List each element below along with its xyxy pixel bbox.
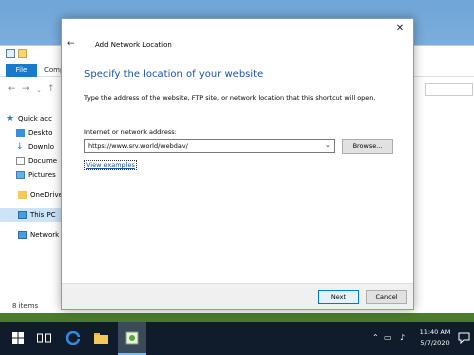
network-icon [18, 231, 27, 239]
add-network-location-dialog: ✕ ← Add Network Location Specify the loc… [61, 18, 414, 310]
tab-file[interactable]: File [6, 64, 37, 77]
quick-access-toolbar [6, 49, 27, 58]
sidebar-item-label: Docume [28, 157, 58, 165]
pc-icon [18, 211, 27, 219]
forward-arrow-icon[interactable]: → [22, 84, 30, 94]
control-panel-icon [125, 331, 139, 345]
chevron-down-icon[interactable]: ⌄ [36, 86, 42, 94]
up-arrow-icon[interactable]: ↑ [47, 84, 55, 94]
taskbar: ⌃ ▭ ♪ 11:40 AM 5/7/2020 [0, 322, 474, 355]
sidebar-item-label: Deskto [28, 129, 53, 137]
document-icon [16, 157, 25, 165]
chevron-up-icon[interactable]: ⌃ [372, 333, 379, 342]
star-icon: ★ [6, 114, 15, 124]
volume-icon[interactable]: ♪ [400, 333, 405, 342]
picture-icon [16, 171, 25, 179]
file-explorer-button[interactable] [93, 330, 109, 346]
desktop-icon [16, 129, 25, 137]
new-folder-icon[interactable] [18, 49, 27, 58]
edge-browser-button[interactable] [65, 330, 81, 346]
status-bar-item-count: 8 items [12, 302, 39, 310]
next-button[interactable]: Next [318, 290, 359, 304]
control-panel-button[interactable] [124, 330, 140, 346]
back-arrow-icon[interactable]: ← [8, 84, 16, 94]
browse-button[interactable]: Browse... [342, 139, 393, 154]
explorer-right-edge [412, 76, 474, 306]
network-tray-icon[interactable]: ▭ [384, 333, 392, 342]
windows-icon [12, 332, 24, 344]
properties-icon[interactable] [6, 49, 15, 58]
dialog-heading: Specify the location of your website [84, 69, 264, 80]
task-view-icon [37, 333, 51, 343]
close-icon[interactable]: ✕ [393, 22, 407, 36]
sidebar-item-label: Pictures [28, 171, 56, 179]
sidebar-item-quick-access[interactable]: ★ Quick acc [6, 112, 68, 126]
sidebar-item-label: Downlo [28, 143, 55, 151]
clock-time: 11:40 AM [419, 328, 451, 336]
sidebar-item-label: OneDrive [30, 191, 63, 199]
folder-icon [18, 191, 27, 199]
address-input[interactable] [84, 139, 335, 153]
download-icon: ↓ [16, 142, 24, 152]
view-examples-link[interactable]: View examples [84, 160, 137, 170]
sidebar-item-label: Network [30, 231, 60, 239]
dialog-title: Add Network Location [95, 41, 172, 49]
system-clock[interactable]: 11:40 AM 5/7/2020 [416, 327, 454, 349]
address-field-label: Internet or network address: [84, 128, 177, 136]
search-box[interactable] [425, 83, 473, 96]
folder-icon [94, 333, 108, 344]
back-arrow-icon[interactable]: ← [67, 39, 75, 49]
sidebar-item-this-pc[interactable]: This PC [0, 208, 62, 222]
start-button[interactable] [10, 330, 26, 346]
sidebar-item-label: This PC [30, 211, 56, 219]
dialog-footer: Next Cancel [62, 283, 413, 309]
notification-icon [458, 332, 470, 345]
task-view-button[interactable] [36, 330, 52, 346]
dialog-description: Type the address of the website, FTP sit… [84, 94, 376, 102]
navigation-pane: ★ Quick acc Deskto ↓ Downlo Docume Pictu… [0, 106, 63, 296]
cancel-button[interactable]: Cancel [366, 290, 407, 304]
chevron-down-icon[interactable]: ⌄ [325, 141, 331, 149]
notification-button[interactable] [458, 332, 470, 345]
edge-icon [66, 331, 80, 345]
sidebar-item-label: Quick acc [18, 115, 53, 123]
clock-date: 5/7/2020 [420, 339, 450, 347]
